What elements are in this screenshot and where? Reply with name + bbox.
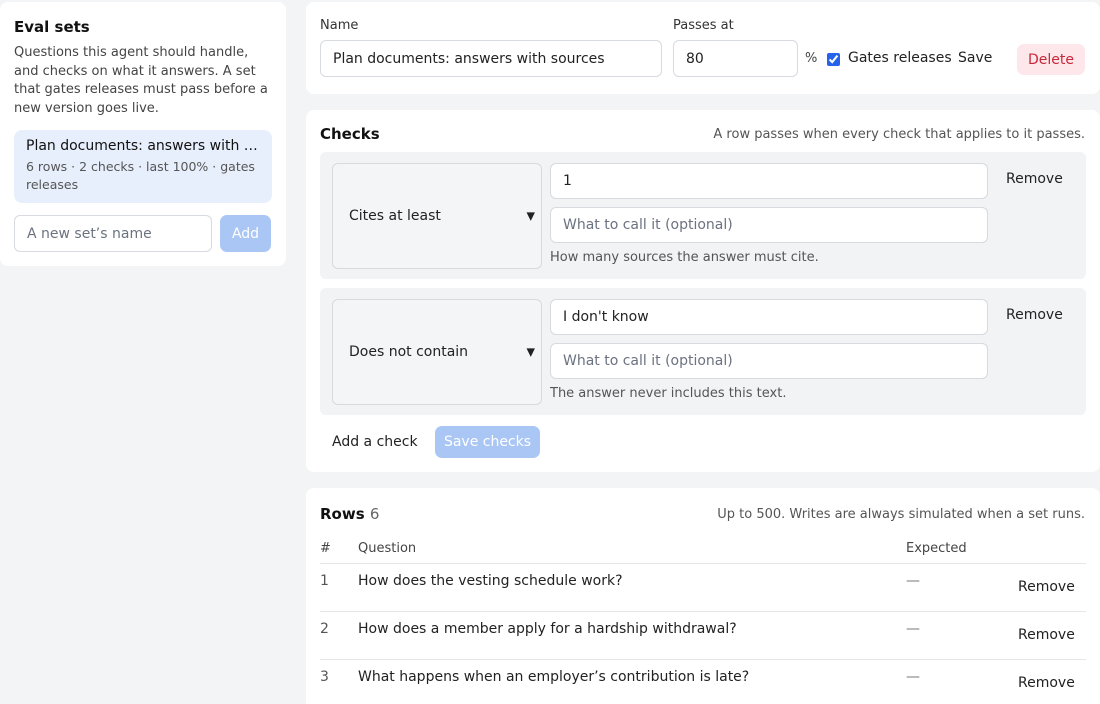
rows-note: Up to 500. Writes are always simulated w… xyxy=(717,507,1085,522)
row-question: How does a member apply for a hardship w… xyxy=(358,621,737,637)
row-number: 3 xyxy=(320,669,329,685)
row-number: 1 xyxy=(320,573,329,589)
gates-releases-label: Gates releases xyxy=(848,50,952,66)
remove-check-button[interactable]: Remove xyxy=(1006,307,1063,323)
check-item: Cites at least ▼ How many sources the an… xyxy=(320,152,1086,279)
gates-releases-checkbox[interactable] xyxy=(827,53,840,66)
check-type-value: Does not contain xyxy=(349,344,469,360)
check-hint: The answer never includes this text. xyxy=(550,386,787,401)
row-number: 2 xyxy=(320,621,329,637)
checks-note: A row passes when every check that appli… xyxy=(713,127,1085,142)
remove-row-button[interactable]: Remove xyxy=(1018,579,1075,595)
rows-count: 6 xyxy=(369,505,380,523)
remove-row-button[interactable]: Remove xyxy=(1018,627,1075,643)
column-header-question: Question xyxy=(358,541,417,556)
delete-set-button[interactable]: Delete xyxy=(1017,44,1085,75)
set-name-field[interactable] xyxy=(320,40,662,77)
chevron-down-icon: ▼ xyxy=(526,345,535,359)
check-value-field[interactable] xyxy=(550,163,988,199)
row-expected: — xyxy=(906,573,920,589)
check-hint: How many sources the answer must cite. xyxy=(550,250,819,265)
new-set-row: Add xyxy=(14,215,272,252)
sidebar-description: Questions this agent should handle, and … xyxy=(14,45,268,116)
column-header-expected: Expected xyxy=(906,541,967,556)
eval-set-meta: 6 rows · 2 checks · last 100% · gates re… xyxy=(26,159,255,192)
eval-set-item[interactable]: Plan documents: answers with sources 6 r… xyxy=(14,130,272,203)
row-question: How does the vesting schedule work? xyxy=(358,573,623,589)
rows-panel: Rows 6 Up to 500. Writes are always simu… xyxy=(306,488,1100,704)
eval-set-name: Plan documents: answers with sources xyxy=(26,138,260,154)
column-header-number: # xyxy=(320,541,331,556)
divider xyxy=(320,563,1086,564)
set-settings-panel: Name Passes at % Gates releases Save Del… xyxy=(306,2,1100,94)
chevron-down-icon: ▼ xyxy=(526,209,535,223)
passes-at-label: Passes at xyxy=(673,18,734,33)
check-name-field[interactable] xyxy=(550,207,988,243)
save-settings-button[interactable]: Save xyxy=(958,50,992,66)
rows-title: Rows 6 xyxy=(320,505,379,523)
row-expected: — xyxy=(906,669,920,685)
check-item: Does not contain ▼ The answer never incl… xyxy=(320,288,1086,415)
row-expected: — xyxy=(906,621,920,637)
add-set-button[interactable]: Add xyxy=(220,215,271,252)
new-set-name-input[interactable] xyxy=(14,215,212,252)
check-type-select[interactable]: Cites at least ▼ xyxy=(332,163,542,269)
rows-title-text: Rows xyxy=(320,505,365,523)
percent-sign: % xyxy=(805,51,818,66)
check-type-value: Cites at least xyxy=(349,208,441,224)
sidebar-title: Eval sets xyxy=(14,18,90,36)
passes-at-field[interactable] xyxy=(673,40,798,77)
remove-row-button[interactable]: Remove xyxy=(1018,675,1075,691)
save-checks-button[interactable]: Save checks xyxy=(435,426,540,458)
add-check-button[interactable]: Add a check xyxy=(332,434,418,450)
divider xyxy=(320,659,1086,660)
check-type-select[interactable]: Does not contain ▼ xyxy=(332,299,542,405)
name-label: Name xyxy=(320,18,359,33)
checks-title: Checks xyxy=(320,125,380,143)
divider xyxy=(320,611,1086,612)
check-name-field[interactable] xyxy=(550,343,988,379)
row-question: What happens when an employer’s contribu… xyxy=(358,669,750,685)
remove-check-button[interactable]: Remove xyxy=(1006,171,1063,187)
eval-sets-sidebar: Eval sets Questions this agent should ha… xyxy=(0,2,286,266)
checks-panel: Checks A row passes when every check tha… xyxy=(306,110,1100,472)
check-value-field[interactable] xyxy=(550,299,988,335)
